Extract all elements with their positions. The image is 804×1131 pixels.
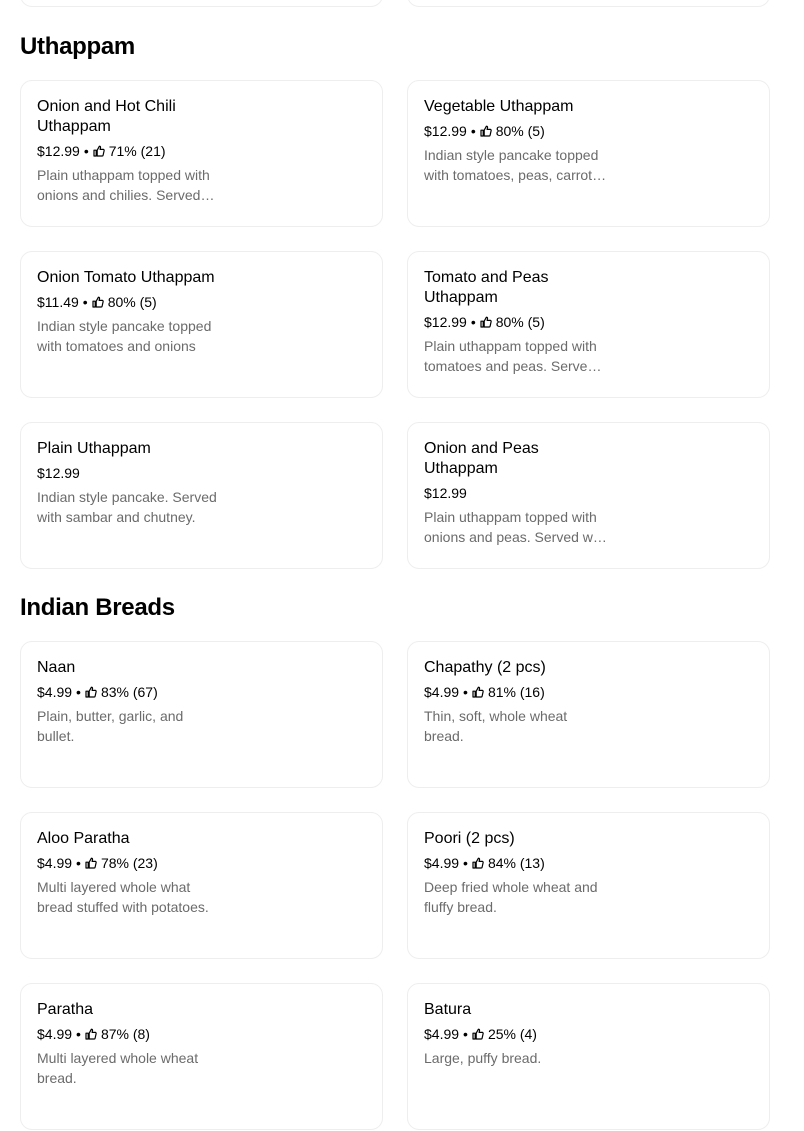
menu-grid: Onion and Hot Chili Uthappam $12.99 • 71… xyxy=(20,80,770,569)
thumbs-up-icon xyxy=(472,1028,484,1040)
item-name: Onion Tomato Uthappam xyxy=(37,269,215,286)
item-description: Indian style pancake. Served with sambar… xyxy=(37,489,217,525)
item-name: Batura xyxy=(424,1001,472,1018)
item-meta: $12.99 xyxy=(37,464,366,482)
menu-item-card[interactable]: Poori (2 pcs) $4.99 • 84% (13) Deep frie… xyxy=(407,812,770,959)
separator-dot: • xyxy=(470,123,476,139)
menu-section-uthappam: Uthappam Onion and Hot Chili Uthappam $1… xyxy=(20,32,770,569)
thumbs-up-icon xyxy=(92,296,104,308)
item-name: Onion and Peas Uthappam xyxy=(424,440,539,477)
item-rating: 25% (4) xyxy=(487,1026,537,1042)
item-name: Aloo Paratha xyxy=(37,830,130,847)
item-description: Multi layered whole wheat bread. xyxy=(37,1050,199,1086)
menu-item-card[interactable]: Plain Uthappam $12.99 Indian style panca… xyxy=(20,422,383,569)
item-name: Vegetable Uthappam xyxy=(424,98,574,115)
item-meta: $4.99 • 87% (8) xyxy=(37,1025,366,1043)
item-rating: 84% (13) xyxy=(487,855,545,871)
item-meta: $4.99 • 84% (13) xyxy=(424,854,753,872)
item-rating: 80% (5) xyxy=(107,294,157,310)
item-name: Paratha xyxy=(37,1001,94,1018)
item-description: Thin, soft, whole wheat bread. xyxy=(424,708,568,744)
previous-section-cards xyxy=(20,0,770,7)
item-description: Plain uthappam topped with tomatoes and … xyxy=(424,338,597,374)
menu-item-card[interactable]: Onion Tomato Uthappam $11.49 • 80% (5) I… xyxy=(20,251,383,398)
thumbs-up-icon xyxy=(480,125,492,137)
item-price: $12.99 xyxy=(424,123,467,139)
separator-dot: • xyxy=(83,143,89,159)
item-price: $12.99 xyxy=(424,485,467,501)
menu-item-card[interactable]: Onion and Hot Chili Uthappam $12.99 • 71… xyxy=(20,80,383,227)
item-price: $12.99 xyxy=(37,465,80,481)
item-price: $12.99 xyxy=(424,314,467,330)
item-price: $4.99 xyxy=(424,1026,460,1042)
item-rating: 80% (5) xyxy=(495,123,545,139)
thumbs-up-icon xyxy=(472,857,484,869)
item-price: $12.99 xyxy=(37,143,80,159)
thumbs-up-icon xyxy=(85,1028,97,1040)
item-rating: 78% (23) xyxy=(100,855,158,871)
item-description: Deep fried whole wheat and fluffy bread. xyxy=(424,879,598,915)
separator-dot: • xyxy=(76,1026,81,1042)
thumbs-up-icon xyxy=(85,857,97,869)
item-name: Onion and Hot Chili Uthappam xyxy=(37,98,176,135)
item-description: Plain uthappam topped with onions and ch… xyxy=(37,167,210,203)
separator-dot: • xyxy=(82,294,88,310)
item-meta: $12.99 • 80% (5) xyxy=(424,122,753,140)
separator-dot: • xyxy=(463,684,468,700)
item-description: Plain uthappam topped with onions and pe… xyxy=(424,509,608,545)
menu-item-card[interactable]: Onion and Peas Uthappam $12.99 Plain uth… xyxy=(407,422,770,569)
item-description: Indian style pancake topped with tomatoe… xyxy=(37,318,212,354)
menu-item-card[interactable]: Vegetable Uthappam $12.99 • 80% (5) Indi… xyxy=(407,80,770,227)
item-meta: $12.99 • 80% (5) xyxy=(424,313,753,331)
item-description: Large, puffy bread. xyxy=(424,1050,542,1066)
menu-item-card[interactable]: Tomato and Peas Uthappam $12.99 • 80% (5… xyxy=(407,251,770,398)
item-rating: 81% (16) xyxy=(487,684,545,700)
item-name: Tomato and Peas Uthappam xyxy=(424,269,549,306)
item-price: $4.99 xyxy=(37,855,73,871)
section-title: Uthappam xyxy=(20,33,135,60)
item-rating: 71% (21) xyxy=(108,143,166,159)
menu-grid: Naan $4.99 • 83% (67) Plain, butter, gar… xyxy=(20,641,770,1130)
item-name: Naan xyxy=(37,659,76,676)
thumbs-up-icon xyxy=(93,145,105,157)
item-description: Plain, butter, garlic, and bullet. xyxy=(37,708,184,744)
menu-item-card[interactable]: Paratha $4.99 • 87% (8) Multi layered wh… xyxy=(20,983,383,1130)
separator-dot: • xyxy=(76,855,81,871)
separator-dot: • xyxy=(76,684,81,700)
menu-item-card[interactable]: Aloo Paratha $4.99 • 78% (23) Multi laye… xyxy=(20,812,383,959)
thumbs-up-icon xyxy=(85,686,97,698)
item-meta: $4.99 • 78% (23) xyxy=(37,854,366,872)
separator-dot: • xyxy=(463,1026,468,1042)
separator-dot: • xyxy=(470,314,476,330)
item-price: $11.49 xyxy=(37,294,79,310)
menu-item-card[interactable] xyxy=(407,0,770,7)
item-meta: $12.99 • 71% (21) xyxy=(37,142,366,160)
item-meta: $4.99 • 81% (16) xyxy=(424,683,753,701)
menu-item-card[interactable]: Naan $4.99 • 83% (67) Plain, butter, gar… xyxy=(20,641,383,788)
section-title: Indian Breads xyxy=(20,594,175,621)
thumbs-up-icon xyxy=(472,686,484,698)
item-price: $4.99 xyxy=(424,855,460,871)
item-meta: $12.99 xyxy=(424,484,753,502)
item-meta: $4.99 • 83% (67) xyxy=(37,683,366,701)
item-rating: 83% (67) xyxy=(100,684,158,700)
item-rating: 80% (5) xyxy=(495,314,545,330)
menu-section-indian-breads: Indian Breads Naan $4.99 • 83% (67) Plai… xyxy=(20,593,770,1130)
item-meta: $4.99 • 25% (4) xyxy=(424,1025,753,1043)
menu-item-card[interactable] xyxy=(20,0,383,7)
item-price: $4.99 xyxy=(37,684,73,700)
item-name: Chapathy (2 pcs) xyxy=(424,659,546,676)
separator-dot: • xyxy=(463,855,468,871)
item-name: Plain Uthappam xyxy=(37,440,151,457)
menu-item-card[interactable]: Chapathy (2 pcs) $4.99 • 81% (16) Thin, … xyxy=(407,641,770,788)
item-description: Multi layered whole what bread stuffed w… xyxy=(37,879,209,915)
item-rating: 87% (8) xyxy=(100,1026,150,1042)
item-description: Indian style pancake topped with tomatoe… xyxy=(424,147,600,183)
item-price: $4.99 xyxy=(424,684,460,700)
item-meta: $11.49 • 80% (5) xyxy=(37,293,366,311)
item-name: Poori (2 pcs) xyxy=(424,830,515,847)
menu-item-card[interactable]: Batura $4.99 • 25% (4) Large, puffy brea… xyxy=(407,983,770,1130)
thumbs-up-icon xyxy=(480,316,492,328)
item-price: $4.99 xyxy=(37,1026,73,1042)
